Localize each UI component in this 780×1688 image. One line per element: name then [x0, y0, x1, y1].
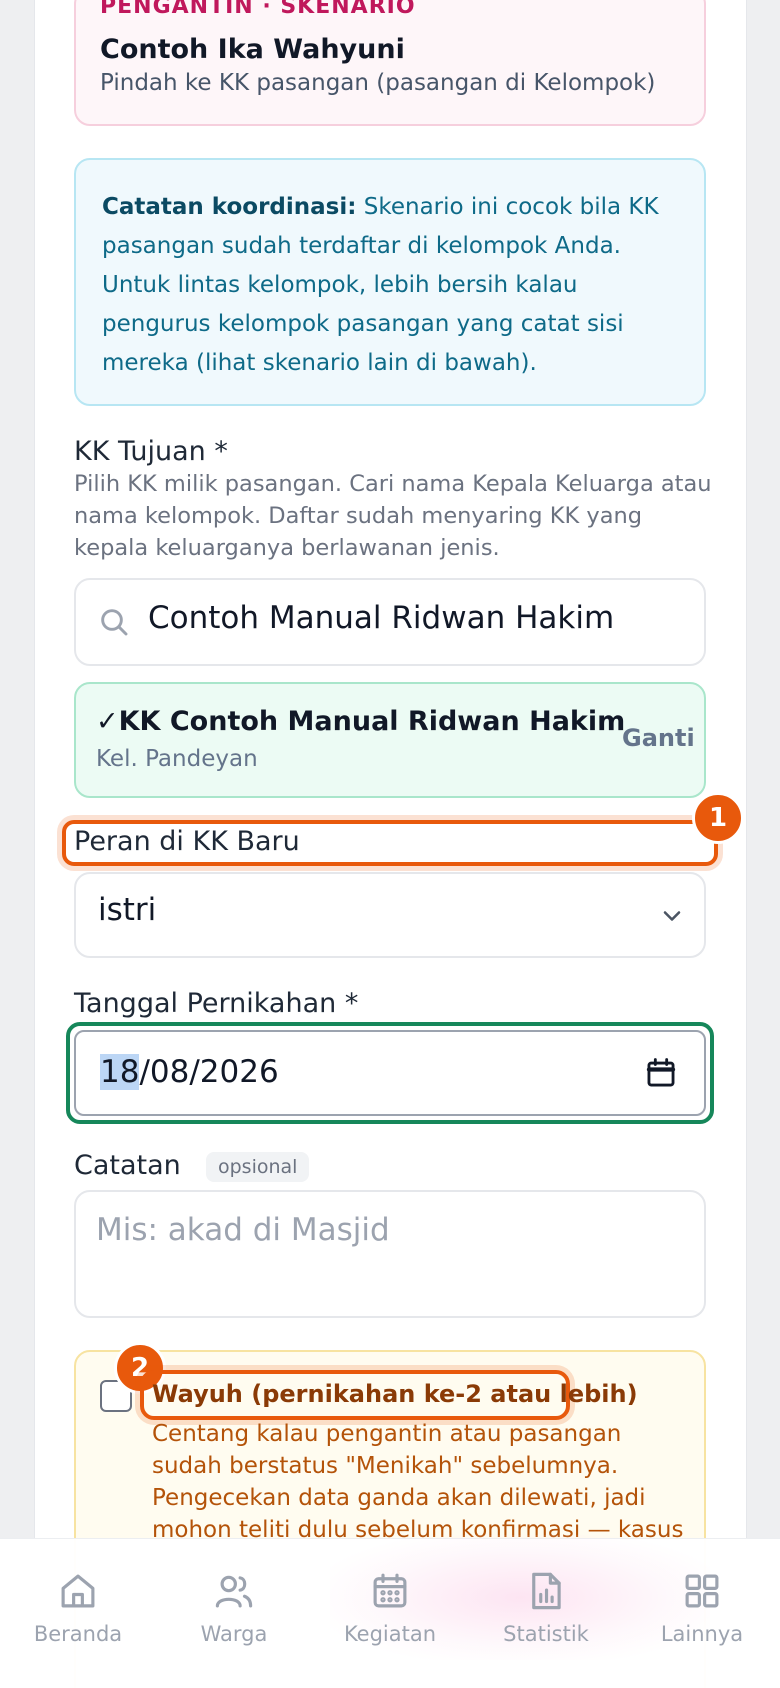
- nav-label-warga: Warga: [200, 1622, 268, 1646]
- scenario-kicker: PENGANTIN · SKENARIO: [100, 0, 416, 19]
- nav-item-kegiatan[interactable]: Kegiatan: [312, 1570, 468, 1646]
- nav-label-kegiatan: Kegiatan: [343, 1622, 437, 1646]
- kk-search-value: Contoh Manual Ridwan Hakim: [148, 600, 615, 636]
- kk-tujuan-label: KK Tujuan *: [74, 436, 228, 467]
- nav-item-beranda[interactable]: Beranda: [0, 1570, 156, 1646]
- selected-kk-card: [74, 682, 706, 798]
- wayuh-description: Centang kalau pengantin atau pasangan su…: [152, 1421, 684, 1543]
- peran-select[interactable]: [74, 872, 706, 958]
- scenario-subtitle: Pindah ke KK pasangan (pasangan di Kelom…: [100, 70, 656, 96]
- grid-icon: [685, 1574, 719, 1608]
- chart-icon: [532, 1572, 561, 1610]
- coordination-note: Catatan koordinasi: Skenario ini cocok b…: [74, 158, 706, 406]
- tanggal-value: 18/08/2026: [100, 1054, 279, 1090]
- nav-label-beranda: Beranda: [33, 1622, 123, 1646]
- users-icon: [215, 1575, 253, 1608]
- tanggal-rest: /08/2026: [139, 1054, 279, 1090]
- scenario-title: Contoh Ika Wahyuni: [100, 34, 405, 65]
- selected-kk-name: ✓KK Contoh Manual Ridwan Hakim: [96, 706, 626, 737]
- search-icon: [101, 609, 128, 636]
- nav-label-statistik: Statistik: [503, 1622, 589, 1646]
- calendar-picker-icon[interactable]: [644, 1056, 678, 1090]
- nav-label-lainnya: Lainnya: [660, 1622, 744, 1646]
- tanggal-day-segment[interactable]: 18: [100, 1054, 140, 1090]
- home-icon: [61, 1574, 95, 1608]
- chevron-down-icon: [663, 911, 681, 921]
- catatan-placeholder: Mis: akad di Masjid: [96, 1212, 390, 1248]
- peran-select-value: istri: [98, 892, 157, 928]
- kk-tujuan-help: Pilih KK milik pasangan. Cari nama Kepal…: [74, 471, 712, 561]
- annotation-badge-1: 1: [692, 792, 744, 844]
- calendar-icon: [373, 1573, 407, 1608]
- peran-label: Peran di KK Baru: [74, 826, 300, 857]
- catatan-label: Catatan: [74, 1150, 181, 1181]
- wayuh-label[interactable]: Wayuh (pernikahan ke-2 atau lebih): [152, 1380, 638, 1408]
- tanggal-label: Tanggal Pernikahan *: [74, 988, 359, 1019]
- change-kk-button[interactable]: Ganti: [622, 724, 695, 752]
- note-label: Catatan koordinasi:: [102, 194, 357, 220]
- note-text: Skenario ini cocok bila KK pasangan suda…: [102, 194, 659, 376]
- optional-badge: opsional: [206, 1152, 310, 1182]
- nav-item-statistik[interactable]: Statistik: [468, 1570, 624, 1646]
- catatan-textarea[interactable]: [74, 1190, 706, 1318]
- nav-item-lainnya[interactable]: Lainnya: [624, 1570, 780, 1646]
- selected-kk-group: Kel. Pandeyan: [96, 746, 258, 772]
- nav-item-warga[interactable]: Warga: [156, 1570, 312, 1646]
